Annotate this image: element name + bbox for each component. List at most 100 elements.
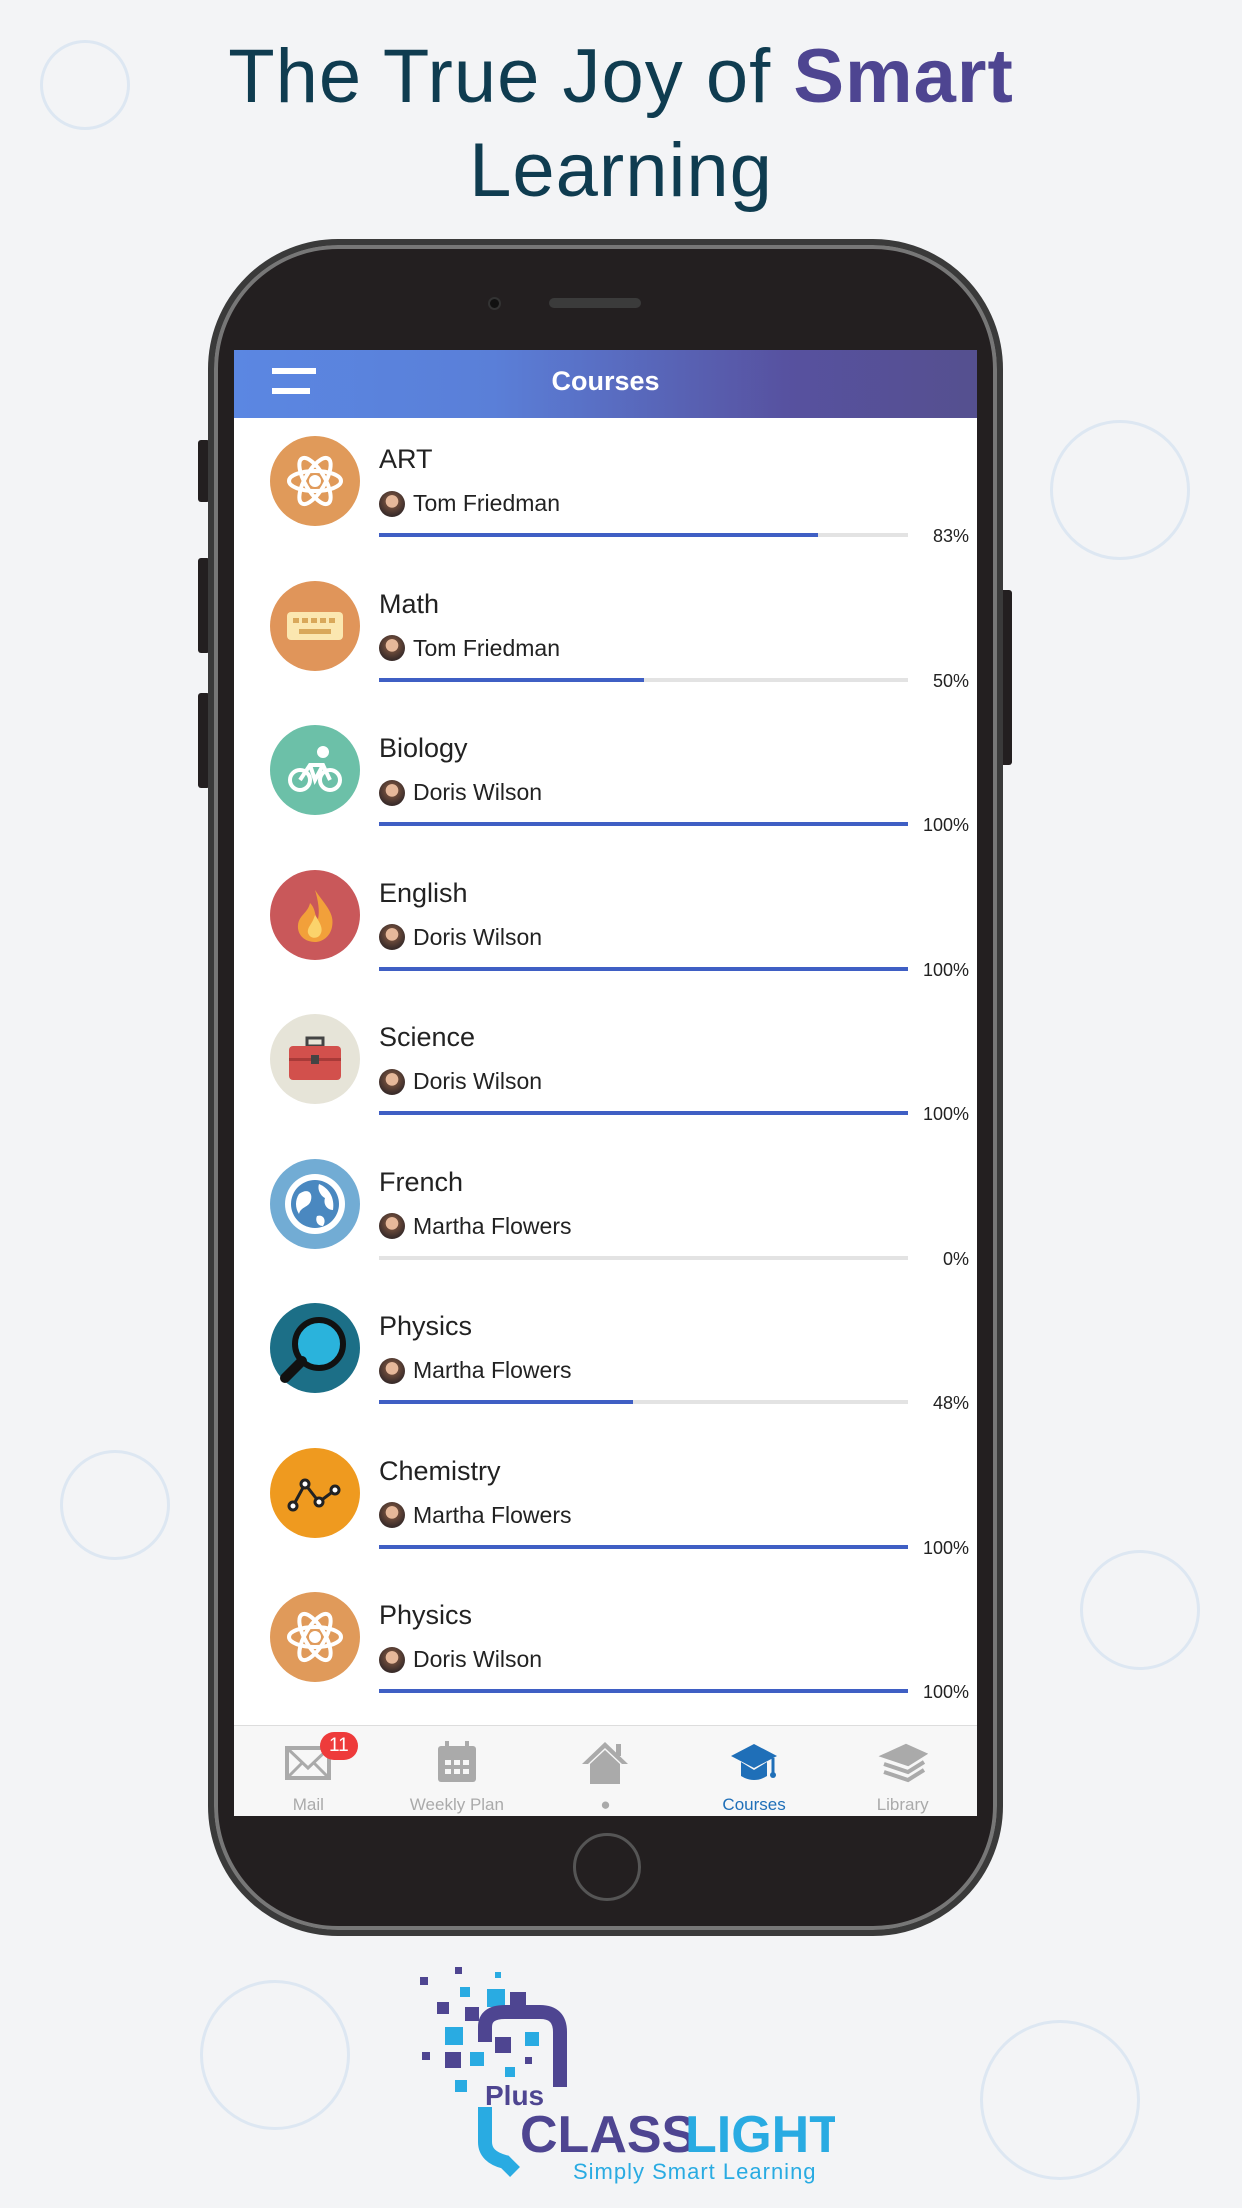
teacher-name: Martha Flowers: [413, 1357, 572, 1383]
page-title: Courses: [551, 366, 660, 396]
course-row[interactable]: Science Doris Wilson 100%: [234, 996, 977, 1141]
calendar-icon: [432, 1740, 482, 1795]
teacher-name: Doris Wilson: [413, 1068, 543, 1094]
logo-class: CLASS: [520, 2106, 696, 2164]
teacher: Tom Friedman: [379, 490, 560, 517]
teacher-name: Tom Friedman: [413, 490, 560, 516]
earpiece-speaker: [549, 298, 641, 308]
progress-percent: 83%: [932, 526, 969, 546]
teacher: Martha Flowers: [379, 1357, 571, 1384]
progress-fill: [379, 822, 908, 826]
tab-home[interactable]: ●: [531, 1726, 680, 1816]
teacher-name: Martha Flowers: [413, 1501, 572, 1528]
headline-emphasis: Smart: [793, 34, 1014, 119]
headline-line2: Learning: [469, 128, 773, 213]
teacher-avatar: [379, 1357, 405, 1384]
app-header: Courses: [234, 350, 977, 418]
classlight-logo: Plus CLASS LIGHT Simply Smart Learning: [420, 1967, 835, 2184]
progress-percent: 100%: [922, 815, 969, 835]
teacher-name: Martha Flowers: [413, 1212, 572, 1239]
books-icon: [878, 1740, 928, 1795]
progress-bar: [379, 1544, 908, 1549]
tab-graduation-cap[interactable]: Courses: [680, 1726, 829, 1816]
bottom-tab-bar: Mail 11 Weekly Plan ● Courses Library: [234, 1725, 977, 1816]
teacher: Doris Wilson: [379, 1068, 542, 1095]
progress-percent: 100%: [922, 1104, 969, 1124]
front-camera: [488, 297, 501, 310]
course-name: French: [379, 1166, 464, 1197]
headline-prefix: The True Joy of: [228, 34, 794, 119]
teacher-name: Doris Wilson: [413, 1646, 543, 1672]
teacher: Martha Flowers: [379, 1502, 571, 1529]
course-row[interactable]: Physics Martha Flowers 48%: [234, 1285, 977, 1430]
tab-mail[interactable]: Mail 11: [234, 1726, 383, 1816]
progress-percent: 50%: [932, 670, 969, 691]
bicycle-icon: [270, 725, 360, 815]
course-row[interactable]: Math Tom Friedman 50%: [234, 563, 977, 708]
teacher-avatar: [379, 1068, 405, 1095]
tab-label: Courses: [722, 1795, 786, 1814]
teacher: Doris Wilson: [379, 779, 542, 806]
teacher-avatar: [379, 1646, 405, 1673]
course-row[interactable]: Physics Doris Wilson 100%: [234, 1574, 977, 1719]
keyboard-icon: [270, 580, 360, 671]
line-chart-icon: [270, 1447, 360, 1538]
progress-fill: [379, 677, 644, 682]
teacher: Doris Wilson: [379, 924, 542, 951]
tab-label: ●: [600, 1795, 611, 1814]
course-name: Science: [379, 1022, 476, 1052]
tab-label: Mail: [292, 1795, 324, 1814]
progress-percent: 100%: [922, 1537, 969, 1558]
flame-icon: [270, 869, 360, 960]
logo-light: LIGHT: [685, 2106, 835, 2164]
progress-bar: [379, 1111, 908, 1115]
teacher-avatar: [379, 1502, 405, 1528]
course-row[interactable]: French Martha Flowers 0%: [234, 1141, 977, 1286]
progress-fill: [379, 1400, 633, 1404]
progress-percent: 0%: [942, 1248, 969, 1269]
progress-bar: [379, 822, 908, 826]
globe-icon: [270, 1158, 360, 1249]
tab-calendar[interactable]: Weekly Plan: [383, 1726, 532, 1816]
course-row[interactable]: ART Tom Friedman 83%: [234, 418, 977, 563]
teacher: Tom Friedman: [379, 635, 560, 662]
progress-fill: [379, 966, 908, 971]
progress-bar: [379, 1400, 908, 1404]
course-name: English: [379, 877, 468, 908]
course-name: Physics: [379, 1600, 473, 1630]
progress-fill: [379, 1111, 908, 1115]
progress-bar: [379, 1255, 908, 1260]
progress-percent: 48%: [932, 1393, 969, 1413]
progress-bar: [379, 1689, 908, 1693]
headline: The True Joy of Smart Learning: [0, 30, 1242, 218]
course-name: Chemistry: [379, 1455, 501, 1486]
atom-icon: [270, 436, 360, 526]
app-screen: Courses ART Tom Friedman 83% Math Tom Fr…: [234, 350, 977, 1816]
course-name: Math: [379, 588, 440, 619]
teacher-avatar: [379, 635, 405, 661]
course-row[interactable]: Biology Doris Wilson 100%: [234, 707, 977, 852]
tab-books[interactable]: Library: [828, 1726, 977, 1816]
home-button[interactable]: [573, 1833, 641, 1901]
home-icon: [580, 1740, 630, 1795]
graduation-cap-icon: [729, 1740, 779, 1795]
course-name: Biology: [379, 733, 468, 763]
logo-tagline: Simply Smart Learning: [573, 2159, 817, 2184]
tab-label: Library: [876, 1795, 929, 1814]
progress-percent: 100%: [922, 959, 969, 980]
atom-icon: [270, 1592, 360, 1682]
progress-fill: [379, 533, 819, 537]
unread-badge: 11: [320, 1732, 358, 1760]
progress-percent: 100%: [922, 1682, 969, 1702]
teacher-avatar: [379, 779, 405, 806]
course-row[interactable]: Chemistry Martha Flowers 100%: [234, 1430, 977, 1575]
progress-fill: [379, 1544, 908, 1549]
progress-bar: [379, 677, 908, 682]
course-name: ART: [379, 444, 433, 474]
tab-label: Weekly Plan: [409, 1795, 504, 1814]
course-row[interactable]: English Doris Wilson 100%: [234, 852, 977, 997]
progress-bar: [379, 966, 908, 971]
briefcase-icon: [270, 1014, 360, 1104]
course-name: Physics: [379, 1311, 473, 1341]
teacher: Doris Wilson: [379, 1646, 542, 1673]
